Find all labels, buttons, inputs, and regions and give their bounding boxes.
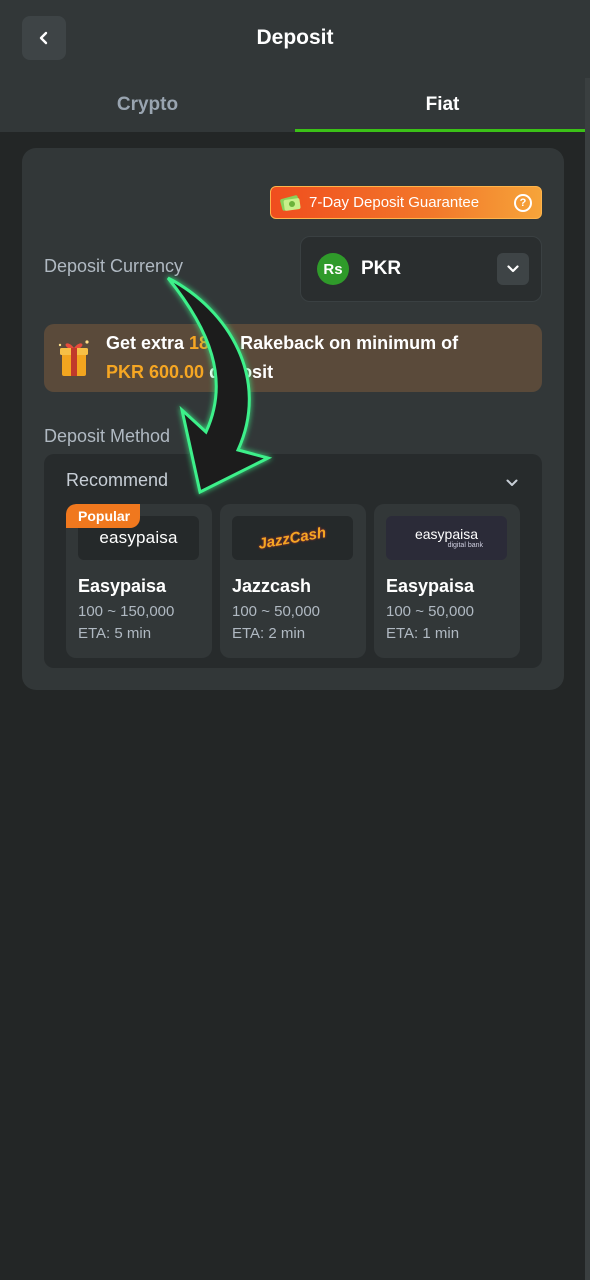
promo-amount: PKR 600.00 <box>106 362 205 382</box>
header: Deposit <box>0 0 590 78</box>
recommend-label: Recommend <box>66 470 169 490</box>
tab-crypto[interactable]: Crypto <box>0 78 295 132</box>
promo-text: Get extra 180% Rakeback on minimum of PK… <box>106 333 459 382</box>
page-title: Deposit <box>256 26 334 49</box>
promo-percent: 180% <box>189 333 236 353</box>
scrollbar[interactable] <box>585 78 590 1280</box>
help-icon[interactable]: ? <box>514 194 532 212</box>
method-eta: ETA: 5 min <box>78 625 152 642</box>
jazzcash-logo: JazzCash <box>232 516 353 560</box>
chevron-down-icon[interactable] <box>506 474 518 492</box>
money-icon <box>280 194 301 211</box>
payment-method-jazzcash[interactable]: JazzCash Jazzcash 100 ~ 50,000 ETA: 2 mi… <box>220 504 366 658</box>
rakeback-promo-banner[interactable]: Get extra 180% Rakeback on minimum of PK… <box>44 324 542 392</box>
deposit-method-label: Deposit Method <box>44 426 171 446</box>
gift-icon <box>58 340 89 376</box>
method-range: 100 ~ 150,000 <box>78 603 175 620</box>
chevron-down-icon[interactable] <box>497 253 529 285</box>
method-name: Easypaisa <box>78 576 167 596</box>
tab-bar: Crypto Fiat <box>0 78 590 132</box>
deposit-methods-panel: Recommend easypaisa Popular Easypaisa 10… <box>44 454 542 668</box>
method-name: Jazzcash <box>232 576 312 596</box>
easypaisa-digital-bank-logo: easypaisa digital bank <box>386 516 507 560</box>
method-eta: ETA: 1 min <box>386 625 460 642</box>
guarantee-label: 7-Day Deposit Guarantee <box>309 194 480 211</box>
deposit-card: 7-Day Deposit Guarantee ? Deposit Curren… <box>22 148 564 690</box>
tab-fiat[interactable]: Fiat <box>295 78 590 132</box>
method-range: 100 ~ 50,000 <box>386 603 475 620</box>
method-eta: ETA: 2 min <box>232 625 306 642</box>
deposit-guarantee-badge[interactable]: 7-Day Deposit Guarantee ? <box>270 186 542 219</box>
payment-method-easypaisa[interactable]: easypaisa Popular Easypaisa 100 ~ 150,00… <box>66 504 212 658</box>
deposit-currency-label: Deposit Currency <box>44 256 184 276</box>
method-name: Easypaisa <box>386 576 475 596</box>
currency-select[interactable]: Rs PKR <box>300 236 542 302</box>
rupee-icon: Rs <box>317 253 349 285</box>
method-range: 100 ~ 50,000 <box>232 603 321 620</box>
currency-code: PKR <box>361 258 402 279</box>
payment-method-easypaisa-digital[interactable]: easypaisa digital bank Easypaisa 100 ~ 5… <box>374 504 520 658</box>
popular-badge: Popular <box>66 504 141 528</box>
